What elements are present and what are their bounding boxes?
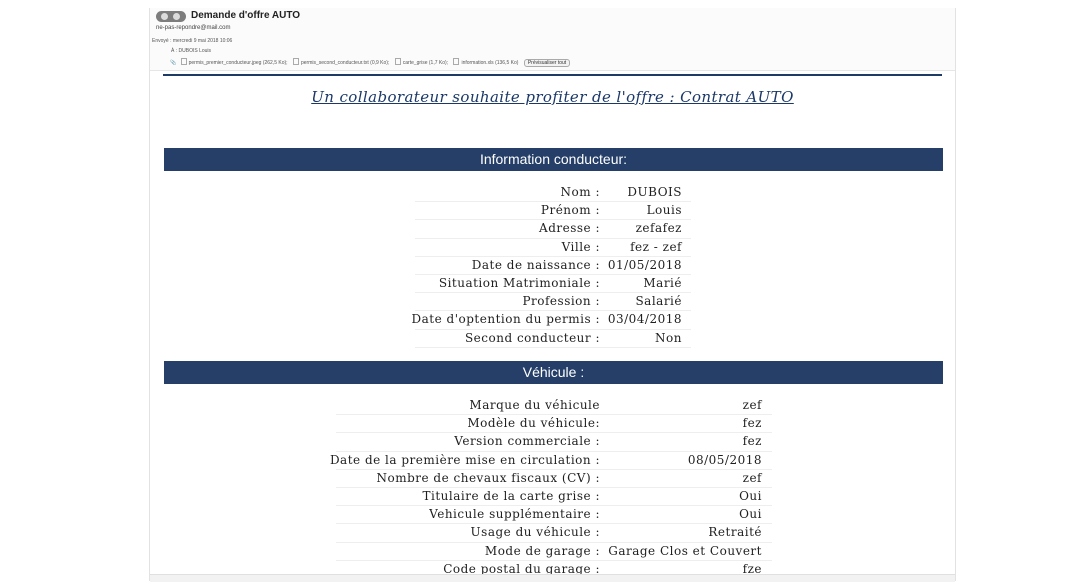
field-label: Version commerciale : (454, 434, 600, 449)
field-label: Date de naissance : (471, 257, 600, 272)
field-value: zef (742, 398, 762, 412)
email-sender[interactable]: ne-pas-repondre@mail.com (156, 25, 230, 31)
table-row: Second conducteur : Non (150, 330, 955, 348)
header-divider (163, 74, 942, 76)
field-value: Marié (643, 275, 682, 290)
table-row: Nombre de chevaux fiscaux (CV) : zef (150, 470, 955, 489)
driver-info-table: Nom : DUBOIS Prénom : Louis Adresse : ze… (150, 184, 955, 348)
email-to-line: À : DUBOIS Louis (171, 48, 211, 54)
field-value: zef (742, 470, 762, 485)
field-label: Prénom : (540, 203, 600, 218)
field-label: Usage du véhicule : (470, 525, 600, 540)
attachment-item[interactable]: permis_second_conducteur.txt (0,9 Ko); (293, 60, 389, 66)
table-row: Mode de garage : Garage Clos et Couvert (150, 543, 955, 561)
field-label: Marque du véhicule (469, 398, 600, 412)
field-label: Titulaire de la carte grise : (422, 488, 600, 503)
field-value: Retraité (708, 525, 762, 540)
field-value: fez (742, 416, 762, 431)
attachment-item[interactable]: carte_grise (1,7 Ko); (395, 60, 448, 66)
table-row: Version commerciale : fez (150, 433, 955, 452)
field-label: Situation Matrimoniale : (438, 275, 600, 290)
field-label: Vehicule supplémentaire : (429, 507, 600, 522)
sent-label: Envoyé : (152, 38, 172, 44)
field-label: Date d'optention du permis : (411, 312, 600, 327)
table-row: Vehicule supplémentaire : Oui (150, 506, 955, 525)
table-row: Modèle du véhicule: fez (150, 415, 955, 434)
field-value: Oui (739, 488, 762, 503)
table-row: Date de la première mise en circulation … (150, 452, 955, 470)
paperclip-icon: 📎 (170, 60, 177, 66)
field-value: 03/04/2018 (607, 312, 682, 327)
field-value: Oui (739, 507, 762, 522)
field-value: Non (655, 330, 682, 345)
preview-all-button[interactable]: Prévisualiser tout (523, 59, 571, 67)
field-label: Adresse : (539, 221, 600, 236)
field-value: fez (742, 434, 762, 449)
field-label: Profession : (522, 294, 600, 309)
vehicle-info-table: Marque du véhicule zef Modèle du véhicul… (150, 397, 955, 580)
field-label: Mode de garage : (484, 543, 600, 558)
table-row: Date d'optention du permis : 03/04/2018 (150, 311, 955, 330)
field-value: 01/05/2018 (607, 257, 682, 272)
email-subject: Demande d'offre AUTO (191, 10, 301, 21)
field-value: DUBOIS (627, 185, 682, 199)
table-row: Situation Matrimoniale : Marié (150, 275, 955, 294)
table-row: Marque du véhicule zef (150, 397, 955, 416)
field-value: Salarié (635, 294, 682, 309)
sent-value: mercredi 9 mai 2018 10:06 (172, 38, 233, 44)
vehicle-section-title: Véhicule : (164, 361, 943, 384)
field-label: Second conducteur : (464, 330, 600, 345)
table-row: Nom : DUBOIS (150, 184, 955, 203)
field-value: Louis (646, 203, 682, 218)
field-label: Modèle du véhicule: (467, 416, 600, 431)
email-sent-line: Envoyé : mercredi 9 mai 2018 10:06 (152, 38, 232, 44)
to-value[interactable]: DUBOIS Louis (179, 48, 212, 54)
field-label: Nombre de chevaux fiscaux (CV) : (376, 470, 600, 485)
attachment-item[interactable]: information.xls (136,5 Ko) (453, 60, 518, 66)
table-row: Usage du véhicule : Retraité (150, 524, 955, 543)
field-label: Ville : (561, 239, 600, 254)
table-row: Adresse : zefafez (150, 220, 955, 239)
email-window: Demande d'offre AUTO ne-pas-repondre@mai… (149, 8, 956, 582)
table-row: Date de naissance : 01/05/2018 (150, 257, 955, 276)
field-value: 08/05/2018 (687, 452, 762, 467)
email-header: Demande d'offre AUTO ne-pas-repondre@mai… (150, 8, 955, 71)
field-label: Date de la première mise en circulation … (329, 452, 600, 467)
table-row: Prénom : Louis (150, 202, 955, 221)
table-row: Ville : fez - zef (150, 239, 955, 257)
field-label: Nom : (560, 185, 600, 199)
attachments-bar: 📎 permis_premier_conducteur.jpeg (262,5 … (170, 58, 571, 67)
field-value: zefafez (635, 221, 682, 236)
field-value: fez - zef (630, 239, 682, 254)
attachment-item[interactable]: permis_premier_conducteur.jpeg (262,5 Ko… (181, 60, 288, 66)
field-value: Garage Clos et Couvert (608, 543, 762, 558)
table-row: Profession : Salarié (150, 293, 955, 312)
offer-headline: Un collaborateur souhaite profiter de l'… (311, 88, 794, 106)
table-row: Titulaire de la carte grise : Oui (150, 488, 955, 507)
navigation-arrows-icon[interactable] (156, 11, 186, 22)
to-label: À : (171, 48, 178, 54)
driver-section-title: Information conducteur: (164, 148, 943, 171)
